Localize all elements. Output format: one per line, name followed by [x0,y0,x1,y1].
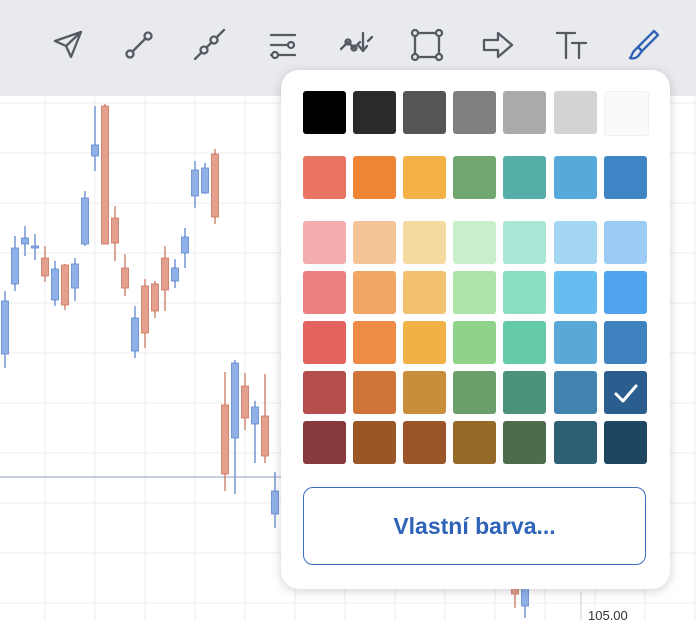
color-swatch[interactable] [503,421,546,464]
color-swatch[interactable] [353,371,396,414]
color-swatch[interactable] [353,421,396,464]
candle-body [11,247,19,285]
candle-body [251,406,259,425]
color-swatch[interactable] [303,421,346,464]
color-swatch[interactable] [453,221,496,264]
color-swatch[interactable] [403,371,446,414]
candle-body [61,264,69,306]
candle-body [91,144,99,157]
candle-body [41,257,49,277]
candle-body [171,267,179,282]
candle-body [111,217,119,244]
candle-body [211,153,219,218]
color-swatch[interactable] [604,271,647,314]
text-icon[interactable] [549,23,593,67]
candle-body [261,415,269,457]
color-swatch[interactable] [604,156,647,199]
color-swatch[interactable] [303,321,346,364]
brush-icon[interactable] [620,23,664,67]
checkmark-icon [614,384,637,402]
candle-body [181,236,189,254]
color-swatch[interactable] [453,421,496,464]
color-swatch[interactable] [453,156,496,199]
candle-body [191,169,199,197]
color-swatch[interactable] [453,91,496,134]
candle-body [201,167,209,194]
color-swatch[interactable] [403,421,446,464]
candle-body [71,263,79,289]
candle-body [51,268,59,301]
candle-body [161,257,169,291]
color-swatch[interactable] [303,156,346,199]
color-swatch[interactable] [554,271,597,314]
candle-body [221,404,229,475]
color-swatch[interactable] [554,321,597,364]
color-swatch[interactable] [554,421,597,464]
arrow-right-icon[interactable] [476,23,520,67]
color-swatch[interactable] [604,221,647,264]
candle-body [1,300,9,355]
color-swatch[interactable] [303,221,346,264]
color-swatch[interactable] [604,421,647,464]
color-swatch[interactable] [503,321,546,364]
color-swatch[interactable] [403,221,446,264]
candle-body [271,490,279,515]
trend-line-icon[interactable] [117,23,161,67]
color-swatch[interactable] [554,156,597,199]
color-swatch[interactable] [353,321,396,364]
cursor-arrow-icon[interactable] [46,23,90,67]
custom-color-button[interactable]: Vlastní barva... [303,487,646,565]
color-swatch[interactable] [554,91,597,134]
candle-body [131,317,139,352]
pattern-icon[interactable] [334,23,378,67]
candle-body [231,362,239,439]
color-swatch[interactable] [604,91,649,136]
color-swatch[interactable] [503,221,546,264]
color-swatch[interactable] [353,221,396,264]
color-swatch[interactable] [503,271,546,314]
candle-body [31,245,39,249]
color-picker-popup: Vlastní barva... [281,70,670,589]
ray-line-icon[interactable] [188,23,232,67]
color-swatch[interactable] [403,91,446,134]
candle-body [21,237,29,245]
candle-body [151,283,159,312]
color-swatch[interactable] [604,371,647,414]
color-swatch[interactable] [353,91,396,134]
rectangle-icon[interactable] [405,23,449,67]
color-swatch[interactable] [554,371,597,414]
color-swatch[interactable] [353,271,396,314]
color-swatch[interactable] [403,156,446,199]
color-swatch[interactable] [453,271,496,314]
parallel-channel-icon[interactable] [261,23,305,67]
color-swatch[interactable] [303,91,346,134]
color-swatch[interactable] [554,221,597,264]
candle-body [241,385,249,419]
price-axis-label: 105.00 [588,608,628,623]
color-swatch[interactable] [503,156,546,199]
color-swatch[interactable] [453,371,496,414]
color-swatch[interactable] [353,156,396,199]
color-swatch[interactable] [303,371,346,414]
color-swatch[interactable] [403,321,446,364]
color-swatch[interactable] [604,321,647,364]
color-swatch[interactable] [403,271,446,314]
color-swatch[interactable] [503,91,546,134]
color-swatch[interactable] [303,271,346,314]
color-swatch[interactable] [453,321,496,364]
candle-body [81,197,89,245]
candle-body [141,285,149,334]
color-swatch[interactable] [503,371,546,414]
candle-body [101,105,109,245]
candle-body [121,267,129,289]
